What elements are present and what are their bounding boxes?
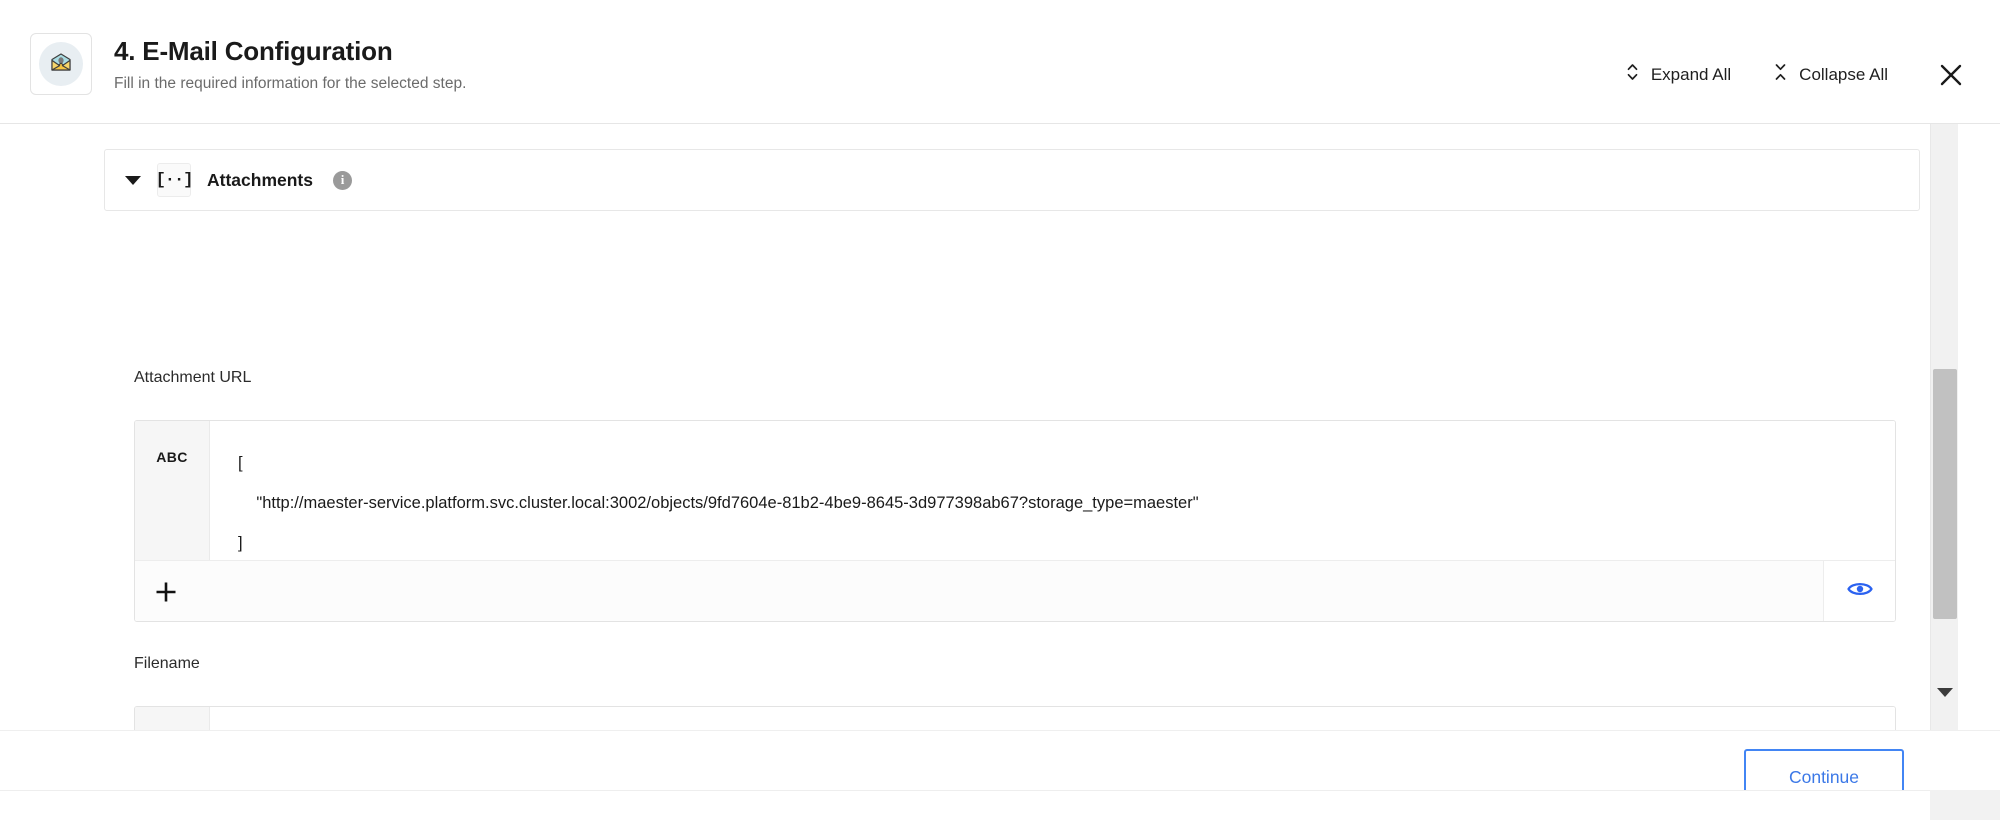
form-scroll-content: [··] Attachments i Attachment URL ABC [ …	[0, 124, 1930, 730]
caret-down-icon[interactable]	[125, 175, 141, 185]
attachments-section-header[interactable]: [··] Attachments i	[104, 149, 1920, 211]
filename-value[interactable]: breakfast_menu_july.xml	[210, 707, 1895, 730]
bottom-strip-inner	[0, 790, 1930, 820]
collapse-all-label: Collapse All	[1799, 64, 1888, 84]
plus-icon[interactable]	[135, 561, 197, 622]
expand-all-button[interactable]: Expand All	[1615, 56, 1741, 93]
expand-vertical-icon	[1625, 62, 1640, 87]
step-icon-container	[30, 33, 92, 95]
scroll-down-arrow-icon[interactable]	[1931, 678, 1959, 706]
attachments-section-title: Attachments	[207, 169, 313, 190]
filename-field: ABC breakfast_menu_july.xml	[134, 706, 1896, 730]
attachment-url-value[interactable]: [ "http://maester-service.platform.svc.c…	[210, 421, 1895, 560]
filename-type-cell: ABC	[135, 707, 210, 730]
dialog-header: 4. E-Mail Configuration Fill in the requ…	[0, 0, 2000, 124]
vertical-scrollbar[interactable]	[1930, 124, 1958, 730]
scrollbar-thumb[interactable]	[1933, 369, 1957, 619]
header-left-group: 4. E-Mail Configuration Fill in the requ…	[30, 33, 466, 95]
header-text-block: 4. E-Mail Configuration Fill in the requ…	[114, 33, 466, 93]
step-configuration-dialog: 4. E-Mail Configuration Fill in the requ…	[0, 0, 2000, 820]
bottom-strip	[0, 790, 2000, 820]
dialog-page: 4. E-Mail Configuration Fill in the requ…	[0, 0, 2000, 820]
attachment-url-preview-button[interactable]	[1823, 560, 1895, 621]
page-subtitle: Fill in the required information for the…	[114, 75, 467, 92]
collapse-all-button[interactable]: Collapse All	[1763, 56, 1898, 93]
collapse-vertical-icon	[1773, 62, 1788, 87]
attachment-url-type-tag: ABC	[156, 449, 188, 465]
page-title: 4. E-Mail Configuration	[114, 36, 393, 66]
close-icon[interactable]	[1934, 58, 1968, 92]
filename-label: Filename	[134, 655, 200, 672]
expand-all-label: Expand All	[1650, 64, 1732, 84]
attachment-url-field: ABC [ "http://maester-service.platform.s…	[134, 420, 1896, 622]
header-actions: Expand All Collapse All	[1615, 56, 1972, 93]
attachment-url-add-row	[135, 560, 1895, 622]
info-icon[interactable]: i	[333, 170, 352, 190]
filename-value-row[interactable]: ABC breakfast_menu_july.xml	[135, 707, 1895, 730]
email-envelope-icon	[39, 42, 83, 86]
dialog-body: [··] Attachments i Attachment URL ABC [ …	[0, 124, 2000, 730]
attachment-url-type-cell: ABC	[135, 421, 210, 560]
array-type-badge: [··]	[156, 163, 193, 197]
eye-icon	[1846, 575, 1874, 608]
attachment-url-value-row[interactable]: ABC [ "http://maester-service.platform.s…	[135, 421, 1895, 560]
attachment-url-label: Attachment URL	[134, 369, 252, 386]
